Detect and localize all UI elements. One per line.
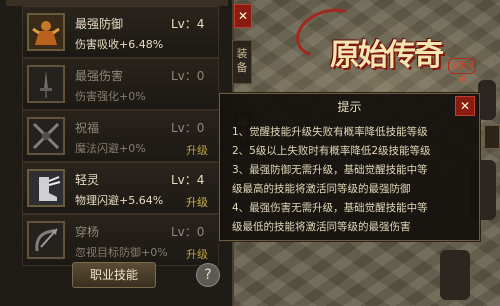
panel-close-icon[interactable]: ✕ [234, 4, 252, 28]
skill-effect: 魔法闪避+0% [75, 142, 146, 155]
skill-effect: 伤害吸收+6.48% [75, 38, 164, 51]
crossed-blades-icon [27, 117, 65, 155]
skill-name: 轻灵 [75, 173, 100, 187]
tooltip-line: 1、觉醒技能升级失败有概率降低技能等级 [232, 126, 428, 138]
upgrade-link[interactable]: 升级 [186, 194, 208, 210]
tab-equipment[interactable]: 装备 [232, 40, 252, 84]
logo-seal: 正版授权 [448, 58, 476, 84]
shield-body-icon [27, 13, 65, 51]
upgrade-link[interactable]: 升级 [186, 246, 208, 262]
arrow-shot-icon [27, 221, 65, 259]
skill-name: 最强防御 [75, 17, 124, 31]
sword-icon [27, 65, 65, 103]
skill-name: 祝福 [75, 121, 100, 135]
tooltip-line: 3、最强防御无需升级，基础觉醒技能中等 [232, 164, 428, 176]
tab-equipment-label: 装备 [236, 47, 248, 74]
tooltip-popup: 提示 ✕ 1、觉醒技能升级失败有概率降低技能等级 2、5级以上失败时有概率降低2… [219, 93, 480, 241]
skill-row-strongest-defense[interactable]: 最强防御 Lv：4 伤害吸收+6.48% [22, 6, 219, 58]
game-logo: 原始传奇 [330, 38, 444, 73]
skill-level: Lv：4 [171, 17, 205, 31]
skill-level: Lv：4 [171, 173, 205, 187]
tooltip-line: 4、最强伤害无需升级，基础觉醒技能中等 [232, 202, 428, 214]
skill-panel: 最强防御 Lv：4 伤害吸收+6.48% 最强伤害 Lv：0 伤害强化+0% 祝… [0, 0, 234, 306]
skill-effect: 物理闪避+5.64% [75, 194, 164, 207]
npc-figure [440, 250, 470, 300]
skill-level: Lv：0 [171, 69, 205, 83]
side-handle[interactable] [484, 125, 500, 149]
upgrade-link[interactable]: 升级 [186, 142, 208, 158]
skill-level: Lv：0 [171, 225, 205, 239]
help-icon[interactable]: ? [196, 263, 220, 287]
skill-level: Lv：0 [171, 121, 205, 135]
skill-row-agility[interactable]: 轻灵 Lv：4 物理闪避+5.64% 升级 [22, 162, 219, 214]
npc-figure [478, 80, 496, 120]
wing-boot-icon [27, 169, 65, 207]
tooltip-line: 级最低的技能将激活同等级的最强伤害 [232, 221, 411, 233]
skill-row-pierce[interactable]: 穿杨 Lv：0 忽视目标防御+0% 升级 [22, 214, 219, 266]
profession-skills-button[interactable]: 职业技能 [72, 262, 156, 288]
tooltip-line: 2、5级以上失败时有概率降低2级技能等级 [232, 145, 431, 157]
skill-row-strongest-damage[interactable]: 最强伤害 Lv：0 伤害强化+0% [22, 58, 219, 110]
skill-name: 最强伤害 [75, 69, 124, 83]
tooltip-line: 级最高的技能将激活同等级的最强防御 [232, 183, 411, 195]
skill-effect: 伤害强化+0% [75, 90, 146, 103]
skill-row-blessing[interactable]: 祝福 Lv：0 魔法闪避+0% 升级 [22, 110, 219, 162]
skill-name: 穿杨 [75, 225, 100, 239]
skill-effect: 忽视目标防御+0% [75, 246, 168, 259]
tooltip-title: 提示 [337, 100, 362, 114]
tooltip-close-icon[interactable]: ✕ [455, 96, 475, 116]
